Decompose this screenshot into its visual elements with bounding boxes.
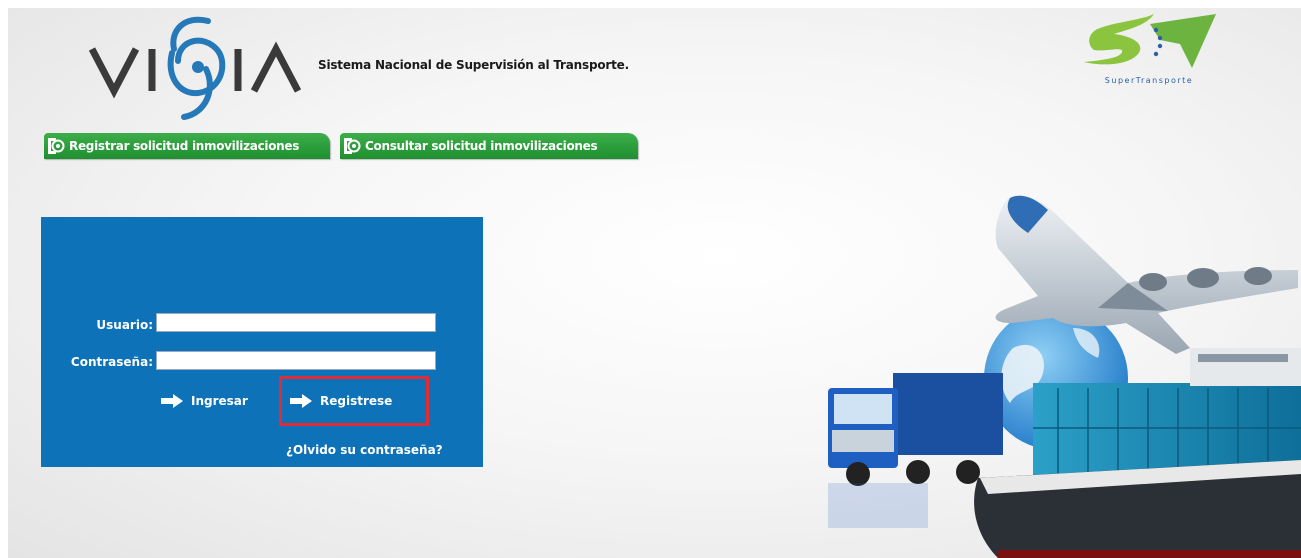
transport-illustration [828, 195, 1301, 558]
login-panel: Usuario: Contraseña: Ingresar Registrese… [41, 217, 483, 467]
tab-registrar-solicitud[interactable]: Registrar solicitud inmovilizaciones [44, 133, 330, 159]
vigia-logo [88, 16, 302, 120]
forgot-password-link[interactable]: ¿Olvido su contraseña? [286, 443, 443, 457]
ingresar-label: Ingresar [191, 394, 248, 408]
registrese-label: Registrese [320, 394, 393, 408]
ingresar-button[interactable]: Ingresar [161, 394, 248, 408]
login-page: Sistema Nacional de Supervisión al Trans… [8, 8, 1301, 558]
tab-consultar-solicitud[interactable]: Consultar solicitud inmovilizaciones [340, 133, 638, 159]
username-input[interactable] [156, 313, 436, 332]
arrow-right-icon [161, 394, 183, 408]
search-eye-icon [344, 138, 361, 154]
registrese-button[interactable]: Registrese [290, 394, 392, 408]
tab-consultar-label: Consultar solicitud inmovilizaciones [365, 139, 598, 153]
supertransporte-text: SuperTransporte [1105, 76, 1193, 85]
tagline: Sistema Nacional de Supervisión al Trans… [318, 58, 629, 72]
password-input[interactable] [156, 351, 436, 370]
tab-registrar-label: Registrar solicitud inmovilizaciones [69, 139, 300, 153]
search-eye-icon [48, 138, 65, 154]
username-label: Usuario: [96, 318, 153, 332]
supertransporte-logo: SuperTransporte [1084, 14, 1216, 85]
arrow-right-icon [290, 394, 312, 408]
password-label: Contraseña: [70, 355, 153, 369]
